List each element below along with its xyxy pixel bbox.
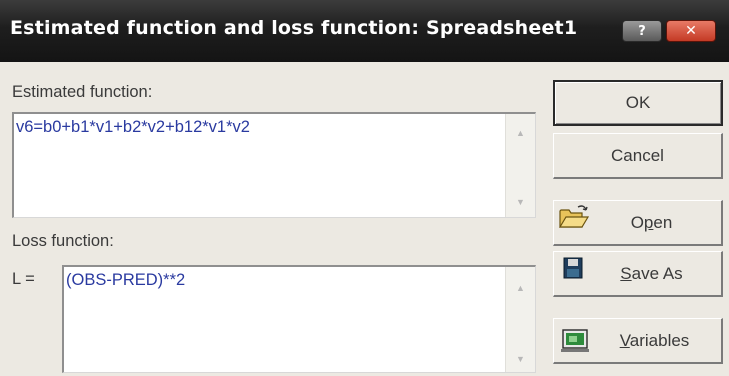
cancel-label: Cancel xyxy=(611,145,664,165)
ok-label: OK xyxy=(625,93,651,112)
loss-function-label: Loss function: xyxy=(12,232,114,250)
window-title: Estimated function and loss function: Sp… xyxy=(10,17,578,39)
variables-button[interactable]: Variables xyxy=(553,318,723,364)
folder-open-icon xyxy=(558,205,590,228)
estimated-function-label: Estimated function: xyxy=(12,83,153,101)
floppy-disk-icon xyxy=(563,257,583,279)
save-as-button[interactable]: Save As xyxy=(553,251,723,297)
scroll-up-arrow[interactable]: ▲ xyxy=(506,122,535,144)
scroll-down-arrow[interactable]: ▼ xyxy=(506,348,535,370)
open-button[interactable]: Open xyxy=(553,200,723,246)
estimated-function-textarea[interactable]: v6=b0+b1*v1+b2*v2+b12*v1*v2 ▲ ▼ xyxy=(12,112,536,218)
variables-icon xyxy=(561,329,589,352)
estimated-function-scrollbar[interactable]: ▲ ▼ xyxy=(505,114,535,217)
variables-label: Variables xyxy=(619,330,690,350)
estimated-function-value: v6=b0+b1*v1+b2*v2+b12*v1*v2 xyxy=(16,118,250,136)
scroll-up-arrow[interactable]: ▲ xyxy=(506,277,535,299)
help-button[interactable]: ? xyxy=(622,20,662,42)
scroll-down-arrow[interactable]: ▼ xyxy=(506,191,535,213)
dialog-window: Estimated function and loss function: Sp… xyxy=(0,0,729,376)
title-bar[interactable]: Estimated function and loss function: Sp… xyxy=(0,0,729,62)
close-button[interactable]: ✕ xyxy=(666,20,716,42)
loss-function-scrollbar[interactable]: ▲ ▼ xyxy=(505,267,535,372)
cancel-button[interactable]: Cancel xyxy=(553,133,723,179)
loss-function-value: (OBS-PRED)**2 xyxy=(66,271,186,289)
loss-function-prefix: L = xyxy=(12,270,35,288)
loss-function-textarea[interactable]: (OBS-PRED)**2 ▲ ▼ xyxy=(62,265,536,373)
save-as-label: Save As xyxy=(620,263,683,283)
open-label: Open xyxy=(630,212,673,232)
ok-button[interactable]: OK xyxy=(553,80,723,126)
